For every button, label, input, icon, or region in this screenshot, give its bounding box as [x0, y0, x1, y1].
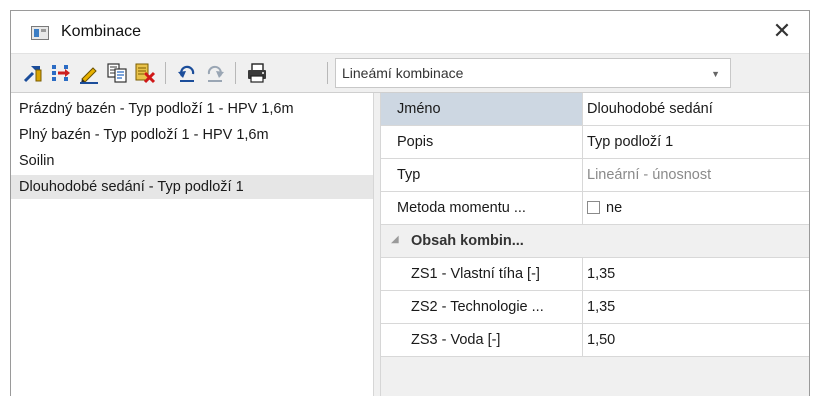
toolbar-separator [165, 62, 166, 84]
property-value-type: Lineární - únosnost [587, 167, 712, 183]
list-item[interactable]: Soilin [11, 149, 373, 173]
title-bar: Kombinace ✕ [11, 11, 809, 53]
checkbox-label: ne [606, 200, 623, 216]
property-label: Metoda momentu ... [381, 192, 583, 224]
print-icon[interactable] [245, 61, 269, 85]
edit-icon[interactable] [77, 61, 101, 85]
property-grid: Jméno Dlouhodobé sedání Popis Typ podlož… [381, 93, 809, 396]
collapse-chevron-icon[interactable]: ◢ [391, 234, 399, 245]
property-row-name[interactable]: Jméno Dlouhodobé sedání [381, 93, 809, 126]
property-value-moment-method[interactable]: ne [587, 192, 807, 224]
property-row-description[interactable]: Popis Typ podloží 1 [381, 126, 809, 159]
property-row-zs1[interactable]: ZS1 - Vlastní tíha [-] 1,35 [381, 258, 809, 291]
undo-icon[interactable] [175, 61, 199, 85]
toolbar-separator [327, 62, 328, 84]
property-label: Jméno [381, 93, 583, 125]
toolbar-separator [235, 62, 236, 84]
property-label: ZS3 - Voda [-] [381, 324, 583, 356]
insert-icon[interactable] [49, 61, 73, 85]
property-label: ZS2 - Technologie ... [381, 291, 583, 323]
property-row-moment-method[interactable]: Metoda momentu ... ne [381, 192, 809, 225]
toolbar: Lineámí kombinace ▼ [11, 53, 809, 93]
property-row-zs2[interactable]: ZS2 - Technologie ... 1,35 [381, 291, 809, 324]
app-icon [31, 26, 49, 40]
category-combination-content[interactable]: ◢ Obsah kombin... [381, 225, 809, 258]
property-label: ZS1 - Vlastní tíha [-] [381, 258, 583, 290]
property-value-name[interactable]: Dlouhodobé sedání [587, 93, 807, 125]
close-button[interactable]: ✕ [765, 17, 799, 45]
property-value-zs2[interactable]: 1,35 [587, 291, 807, 323]
moment-method-checkbox[interactable] [587, 201, 600, 214]
redo-icon[interactable] [203, 61, 227, 85]
combination-list: Prázdný bazén - Typ podloží 1 - HPV 1,6m… [11, 93, 373, 396]
combinations-dialog: Kombinace ✕ Lineámí kombinace ▼ Prázdný … [10, 10, 810, 396]
list-item-selected[interactable]: Dlouhodobé sedání - Typ podloží 1 [11, 175, 373, 199]
combination-type-value: Lineámí kombinace [342, 65, 464, 81]
chevron-down-icon[interactable]: ▼ [711, 69, 720, 79]
window-title: Kombinace [61, 23, 142, 40]
property-value-zs3[interactable]: 1,50 [587, 324, 807, 356]
copy-icon[interactable] [105, 61, 129, 85]
combination-type-select[interactable]: Lineámí kombinace ▼ [335, 58, 731, 88]
category-label: Obsah kombin... [411, 233, 524, 249]
property-row-type[interactable]: Typ Lineární - únosnost [381, 159, 809, 192]
new-combination-icon[interactable] [21, 61, 45, 85]
property-label: Popis [381, 126, 583, 158]
delete-icon[interactable] [133, 61, 157, 85]
property-value-zs1[interactable]: 1,35 [587, 258, 807, 290]
property-value-description[interactable]: Typ podloží 1 [587, 126, 807, 158]
list-item[interactable]: Prázdný bazén - Typ podloží 1 - HPV 1,6m [11, 97, 373, 121]
list-item[interactable]: Plný bazén - Typ podloží 1 - HPV 1,6m [11, 123, 373, 147]
property-label: Typ [381, 159, 583, 191]
property-row-zs3[interactable]: ZS3 - Voda [-] 1,50 [381, 324, 809, 357]
panel-splitter[interactable] [373, 93, 381, 396]
